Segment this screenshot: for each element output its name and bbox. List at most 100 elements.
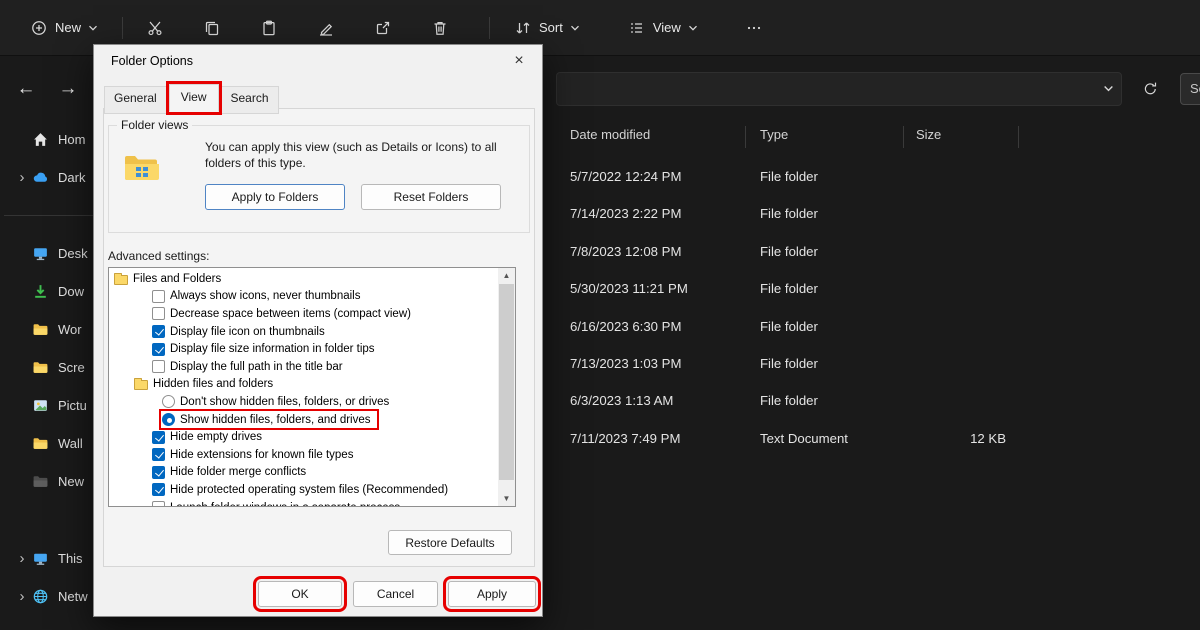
file-row[interactable]: 7/13/2023 1:03 PMFile folder [556,345,1200,382]
scroll-up-icon[interactable]: ▲ [498,268,515,283]
share-button[interactable] [363,10,403,46]
scrollbar-thumb[interactable] [499,284,514,480]
file-type: File folder [760,270,818,307]
tab-search[interactable]: Search [221,86,279,114]
sidebar-item-label: Dow [58,284,84,299]
button-label: Cancel [377,587,414,601]
pc-icon [32,550,50,567]
file-row[interactable]: 7/11/2023 7:49 PMText Document12 KB [556,420,1200,457]
button-label: Apply [477,587,507,601]
desktop-icon [32,245,50,262]
checkbox-checked[interactable] [152,431,165,444]
search-input[interactable]: Se [1180,73,1200,105]
advanced-item[interactable]: Always show icons, never thumbnails [109,288,498,306]
folder-views-group-label: Folder views [117,118,192,132]
advanced-item[interactable]: Decrease space between items (compact vi… [109,305,498,323]
sidebar-item-label: Scre [58,360,85,375]
advanced-item[interactable]: Display the full path in the title bar [109,358,498,376]
checkbox-unchecked[interactable] [152,360,165,373]
advanced-item[interactable]: Hide extensions for known file types [109,446,498,464]
refresh-icon [1142,80,1159,97]
chevron-right-icon[interactable]: › [14,550,30,567]
file-row[interactable]: 5/7/2022 12:24 PMFile folder [556,158,1200,195]
rename-button[interactable] [306,10,346,46]
checkbox-checked[interactable] [152,466,165,479]
advanced-item[interactable]: Hide empty drives [109,428,498,446]
chevron-down-icon [570,24,580,32]
checkbox-checked[interactable] [152,448,165,461]
file-type: File folder [760,308,818,345]
checkbox-unchecked[interactable] [152,290,165,303]
dialog-title: Folder Options [111,45,193,77]
advanced-item[interactable]: Hide folder merge conflicts [109,464,498,482]
scrollbar[interactable]: ▲ ▼ [498,268,515,506]
column-header-type[interactable]: Type [760,127,788,142]
folder-icon [32,435,50,452]
restore-defaults-button[interactable]: Restore Defaults [388,530,512,555]
new-icon [30,19,48,37]
more-button[interactable] [734,10,774,46]
folder-views-icon [123,152,161,182]
file-row[interactable]: 6/3/2023 1:13 AMFile folder [556,382,1200,419]
ok-button[interactable]: OK [258,581,342,607]
forward-button[interactable]: → [50,71,86,107]
advanced-item[interactable]: Hide protected operating system files (R… [109,481,498,499]
address-bar[interactable] [556,72,1122,106]
advanced-item[interactable]: Launch folder windows in a separate proc… [109,499,498,507]
address-dropdown-button[interactable] [1092,73,1124,103]
new-button[interactable]: New [18,10,110,46]
back-button[interactable]: ← [8,71,44,107]
reset-folders-button[interactable]: Reset Folders [361,184,501,210]
delete-button[interactable] [420,10,460,46]
view-tab-page: Folder views You can apply this view (su… [103,108,535,567]
checkbox-unchecked[interactable] [152,501,165,507]
tab-general[interactable]: General [104,86,167,114]
chevron-right-icon[interactable]: › [14,588,30,605]
apply-to-folders-button[interactable]: Apply to Folders [205,184,345,210]
checkbox-checked[interactable] [152,343,165,356]
advanced-item[interactable]: Show hidden files, folders, and drives [109,411,498,429]
advanced-item[interactable]: Display file icon on thumbnails [109,323,498,341]
radio-unselected[interactable] [162,395,175,408]
cancel-button[interactable]: Cancel [353,581,438,607]
scroll-down-icon[interactable]: ▼ [498,491,515,506]
file-row[interactable]: 7/8/2023 12:08 PMFile folder [556,233,1200,270]
column-header-size[interactable]: Size [916,127,941,142]
apply-button[interactable]: Apply [448,581,536,607]
folder-dark-icon [32,473,50,490]
checkbox-checked[interactable] [152,325,165,338]
chevron-down-icon [688,24,698,32]
sidebar-item-label: Hom [58,132,85,147]
copy-button[interactable] [192,10,232,46]
file-row[interactable]: 7/14/2023 2:22 PMFile folder [556,195,1200,232]
advanced-settings-list[interactable]: ▲ ▼ Files and Folders Always show icons, … [108,267,516,507]
back-arrow-icon: ← [17,78,36,100]
refresh-button[interactable] [1134,73,1166,103]
advanced-item[interactable]: Don't show hidden files, folders, or dri… [109,393,498,411]
column-header-date-modified[interactable]: Date modified [570,127,650,142]
checkbox-unchecked[interactable] [152,307,165,320]
advanced-item-label: Always show icons, never thumbnails [170,290,360,302]
radio-selected[interactable] [162,413,175,426]
advanced-item-label: Hidden files and folders [153,378,273,390]
sidebar-item-label: Desk [58,246,88,261]
checkbox-checked[interactable] [152,483,165,496]
paste-button[interactable] [249,10,289,46]
tab-view[interactable]: View [169,84,219,112]
cut-icon [146,19,164,37]
cut-button[interactable] [135,10,175,46]
file-row[interactable]: 6/16/2023 6:30 PMFile folder [556,308,1200,345]
button-label: Reset Folders [394,190,469,204]
button-label: Apply to Folders [232,190,319,204]
chevron-right-icon[interactable]: › [14,169,30,186]
advanced-item[interactable]: Files and Folders [109,270,498,288]
advanced-item[interactable]: Hidden files and folders [109,376,498,394]
advanced-item-label: Don't show hidden files, folders, or dri… [180,396,389,408]
view-button[interactable]: View [616,10,710,46]
close-button[interactable]: × [508,50,530,72]
toolbar-divider [122,17,123,39]
advanced-item[interactable]: Display file size information in folder … [109,340,498,358]
folder-views-group: Folder views You can apply this view (su… [108,125,530,233]
sort-button[interactable]: Sort [502,10,592,46]
file-row[interactable]: 5/30/2023 11:21 PMFile folder [556,270,1200,307]
